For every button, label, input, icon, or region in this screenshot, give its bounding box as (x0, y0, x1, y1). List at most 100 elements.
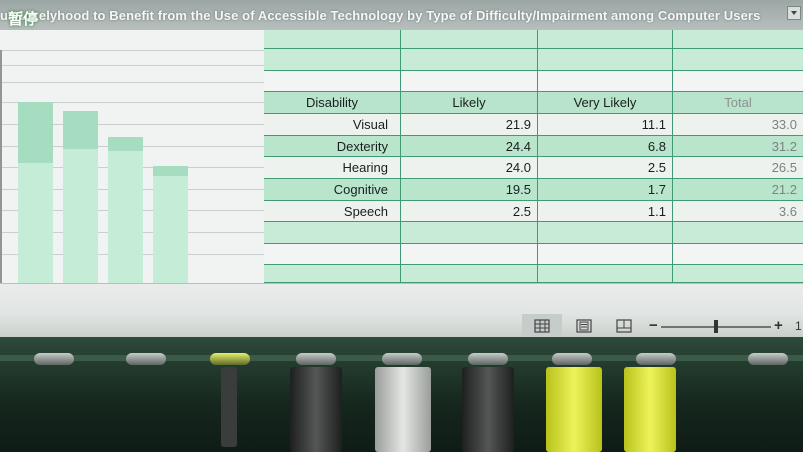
chart-gridline (0, 65, 264, 66)
chart-bar[interactable] (18, 101, 53, 283)
spindle-body (624, 367, 676, 452)
empty-cell[interactable] (673, 49, 803, 71)
page-layout-icon (576, 318, 592, 333)
table-row: Hearing 24.0 2.5 26.5 (264, 157, 803, 179)
chart-bar-likely-segment (153, 175, 188, 283)
empty-cell[interactable] (264, 244, 401, 265)
chart-y-axis (0, 50, 2, 283)
chart-bar-likely-segment (108, 151, 143, 283)
total-cell[interactable]: 26.5 (673, 157, 803, 179)
empty-cell[interactable] (538, 49, 673, 71)
total-cell[interactable]: 3.6 (673, 201, 803, 222)
chevron-down-icon[interactable] (787, 6, 801, 20)
spreadsheet-area[interactable]: Disability Likely Very Likely Total Visu… (0, 30, 803, 283)
normal-view-button[interactable] (522, 314, 562, 337)
disability-cell[interactable]: Visual (264, 114, 401, 136)
spindle-knob (748, 353, 788, 365)
total-cell[interactable]: 21.2 (673, 179, 803, 201)
very-likely-cell[interactable]: 1.1 (538, 201, 673, 222)
disability-cell[interactable]: Dexterity (264, 136, 401, 157)
header-very-likely[interactable]: Very Likely (538, 92, 673, 114)
chart-bar[interactable] (108, 137, 143, 283)
empty-cell[interactable] (673, 71, 803, 92)
disability-cell[interactable]: Hearing (264, 157, 401, 179)
chart-bar[interactable] (153, 166, 188, 283)
empty-cell[interactable] (401, 71, 538, 92)
spindle-body (462, 367, 514, 452)
table-row: Speech 2.5 1.1 3.6 (264, 201, 803, 222)
page-layout-button[interactable] (564, 314, 604, 337)
empty-cell[interactable] (264, 265, 401, 283)
header-likely[interactable]: Likely (401, 92, 538, 114)
paused-badge: 暂停 (8, 11, 39, 28)
very-likely-cell[interactable]: 2.5 (538, 157, 673, 179)
chart-gridline (0, 50, 264, 51)
likely-cell[interactable]: 24.0 (401, 157, 538, 179)
spindle-knob (126, 353, 166, 365)
spindle-knob (210, 353, 250, 365)
embedded-chart[interactable] (0, 30, 264, 283)
empty-cell[interactable] (673, 222, 803, 244)
zoom-out-button[interactable]: − (649, 317, 658, 334)
data-table: Disability Likely Very Likely Total Visu… (264, 30, 803, 283)
table-row: Dexterity 24.4 6.8 31.2 (264, 136, 803, 157)
empty-cell[interactable] (264, 49, 401, 71)
empty-cell[interactable] (401, 265, 538, 283)
very-likely-cell[interactable]: 1.7 (538, 179, 673, 201)
empty-cell[interactable] (538, 30, 673, 49)
empty-cell[interactable] (264, 30, 401, 49)
zoom-value: 1 (795, 319, 802, 333)
header-disability[interactable]: Disability (264, 92, 401, 114)
spindle-knob (296, 353, 336, 365)
likely-cell[interactable]: 2.5 (401, 201, 538, 222)
very-likely-cell[interactable]: 6.8 (538, 136, 673, 157)
chart-bar-very-likely-segment (63, 111, 98, 149)
zoom-slider-thumb[interactable] (714, 320, 718, 333)
chart-bar[interactable] (63, 111, 98, 283)
likely-cell[interactable]: 21.9 (401, 114, 538, 136)
total-cell[interactable]: 31.2 (673, 136, 803, 157)
spindle-knob (34, 353, 74, 365)
empty-cell[interactable] (401, 30, 538, 49)
empty-cell[interactable] (264, 71, 401, 92)
chart-bar-very-likely-segment (153, 166, 188, 176)
chart-bar-likely-segment (18, 162, 53, 283)
background-video-scene (0, 337, 803, 452)
chart-bar-very-likely-segment (108, 137, 143, 151)
spindle-knob (636, 353, 676, 365)
disability-cell[interactable]: Speech (264, 201, 401, 222)
empty-cell[interactable] (264, 222, 401, 244)
chart-bar-very-likely-segment (18, 101, 53, 163)
likely-cell[interactable]: 19.5 (401, 179, 538, 201)
empty-cell[interactable] (401, 222, 538, 244)
empty-cell[interactable] (673, 30, 803, 49)
status-bar: − + 1 (0, 283, 803, 337)
empty-cell[interactable] (538, 244, 673, 265)
page-break-preview-button[interactable] (604, 314, 644, 337)
empty-cell[interactable] (673, 265, 803, 283)
disability-cell[interactable]: Cognitive (264, 179, 401, 201)
spindle-body (290, 367, 342, 452)
table-row: Cognitive 19.5 1.7 21.2 (264, 179, 803, 201)
spindle-knob (552, 353, 592, 365)
likely-cell[interactable]: 24.4 (401, 136, 538, 157)
empty-cell[interactable] (538, 265, 673, 283)
total-cell[interactable]: 33.0 (673, 114, 803, 136)
header-total[interactable]: Total (673, 92, 803, 114)
spindle-body (375, 367, 431, 452)
empty-cell[interactable] (401, 49, 538, 71)
very-likely-cell[interactable]: 11.1 (538, 114, 673, 136)
spindle-body (221, 367, 237, 447)
chart-bar-likely-segment (63, 148, 98, 283)
normal-view-icon (534, 318, 550, 333)
empty-cell[interactable] (538, 222, 673, 244)
table-title: un Likelyhood to Benefit from the Use of… (0, 8, 761, 23)
empty-cell[interactable] (538, 71, 673, 92)
table-row: Visual 21.9 11.1 33.0 (264, 114, 803, 136)
empty-cell[interactable] (673, 244, 803, 265)
title-strip: un Likelyhood to Benefit from the Use of… (0, 0, 803, 30)
empty-cell[interactable] (401, 244, 538, 265)
zoom-in-button[interactable]: + (774, 317, 783, 334)
table-header-row: Disability Likely Very Likely Total (264, 92, 803, 114)
chart-gridline (0, 82, 264, 83)
